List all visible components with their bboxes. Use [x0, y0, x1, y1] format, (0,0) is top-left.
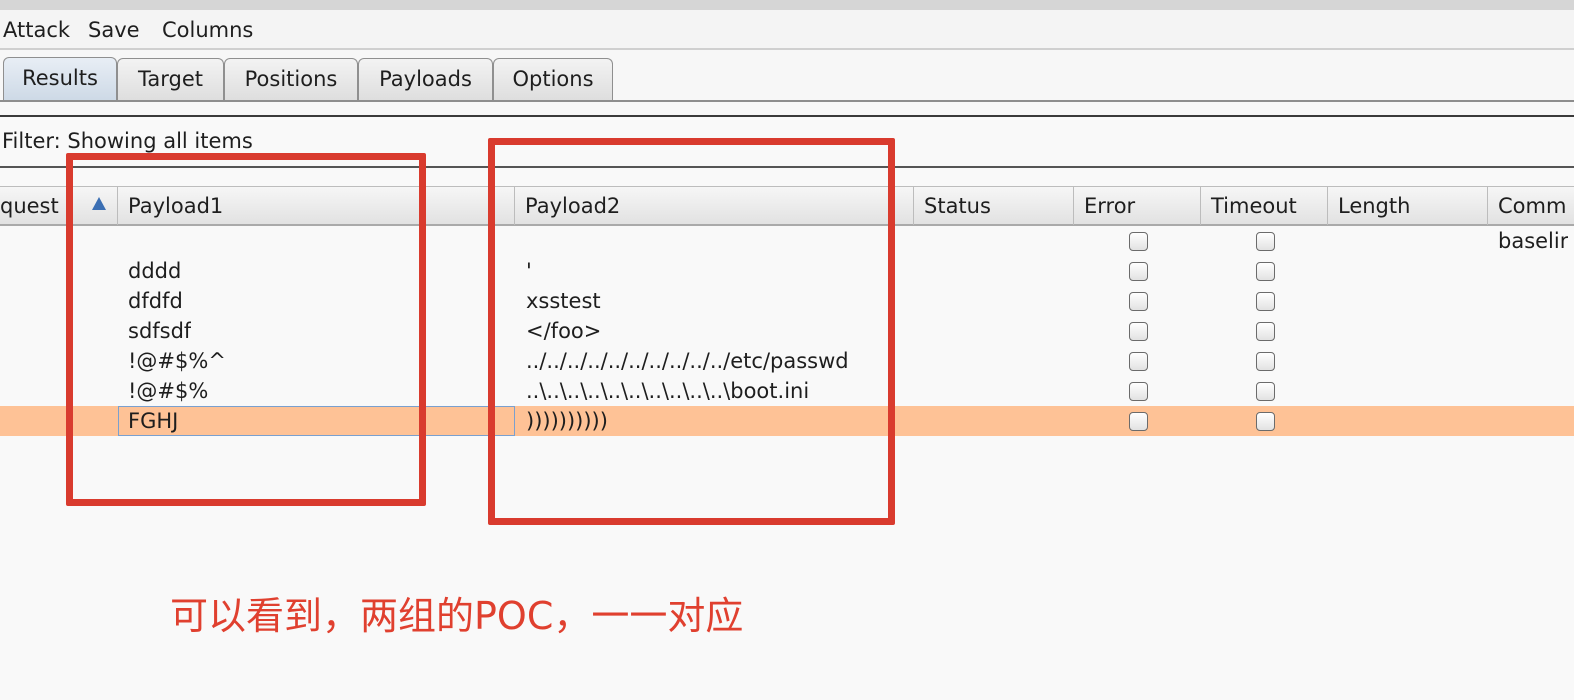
tab-strip: Results Target Positions Payloads Option…: [0, 50, 1574, 116]
error-checkbox[interactable]: [1129, 352, 1148, 371]
timeout-checkbox[interactable]: [1256, 292, 1275, 311]
column-status[interactable]: Status: [914, 187, 1074, 225]
timeout-checkbox[interactable]: [1256, 322, 1275, 341]
error-checkbox[interactable]: [1129, 412, 1148, 431]
column-comment[interactable]: Comm: [1488, 187, 1574, 225]
timeout-checkbox[interactable]: [1256, 382, 1275, 401]
tab-divider: [0, 100, 1574, 102]
tab-results[interactable]: Results: [3, 57, 117, 101]
column-length[interactable]: Length: [1328, 187, 1488, 225]
column-error[interactable]: Error: [1074, 187, 1201, 225]
filter-label[interactable]: Filter: Showing all items: [2, 129, 253, 153]
timeout-checkbox[interactable]: [1256, 352, 1275, 371]
error-checkbox[interactable]: [1129, 262, 1148, 281]
error-checkbox[interactable]: [1129, 292, 1148, 311]
tab-payloads[interactable]: Payloads: [358, 58, 493, 100]
timeout-checkbox[interactable]: [1256, 262, 1275, 281]
column-timeout[interactable]: Timeout: [1201, 187, 1328, 225]
menu-bar: Attack Save Columns: [0, 10, 1574, 50]
annotation-box-payload1: [66, 153, 426, 506]
menu-columns[interactable]: Columns: [162, 18, 253, 42]
menu-save[interactable]: Save: [88, 18, 140, 42]
error-checkbox[interactable]: [1129, 232, 1148, 251]
tab-positions[interactable]: Positions: [224, 58, 358, 100]
annotation-box-payload2: [488, 138, 895, 525]
error-checkbox[interactable]: [1129, 382, 1148, 401]
column-request-label: quest: [0, 194, 59, 218]
comment-cell: baselir: [1498, 229, 1569, 253]
tab-target[interactable]: Target: [117, 58, 224, 100]
menu-attack[interactable]: Attack: [3, 18, 70, 42]
error-checkbox[interactable]: [1129, 322, 1148, 341]
timeout-checkbox[interactable]: [1256, 412, 1275, 431]
timeout-checkbox[interactable]: [1256, 232, 1275, 251]
tab-options[interactable]: Options: [493, 58, 613, 100]
window-top-strip: [0, 0, 1574, 10]
annotation-caption: 可以看到，两组的POC，一一对应: [170, 594, 744, 638]
